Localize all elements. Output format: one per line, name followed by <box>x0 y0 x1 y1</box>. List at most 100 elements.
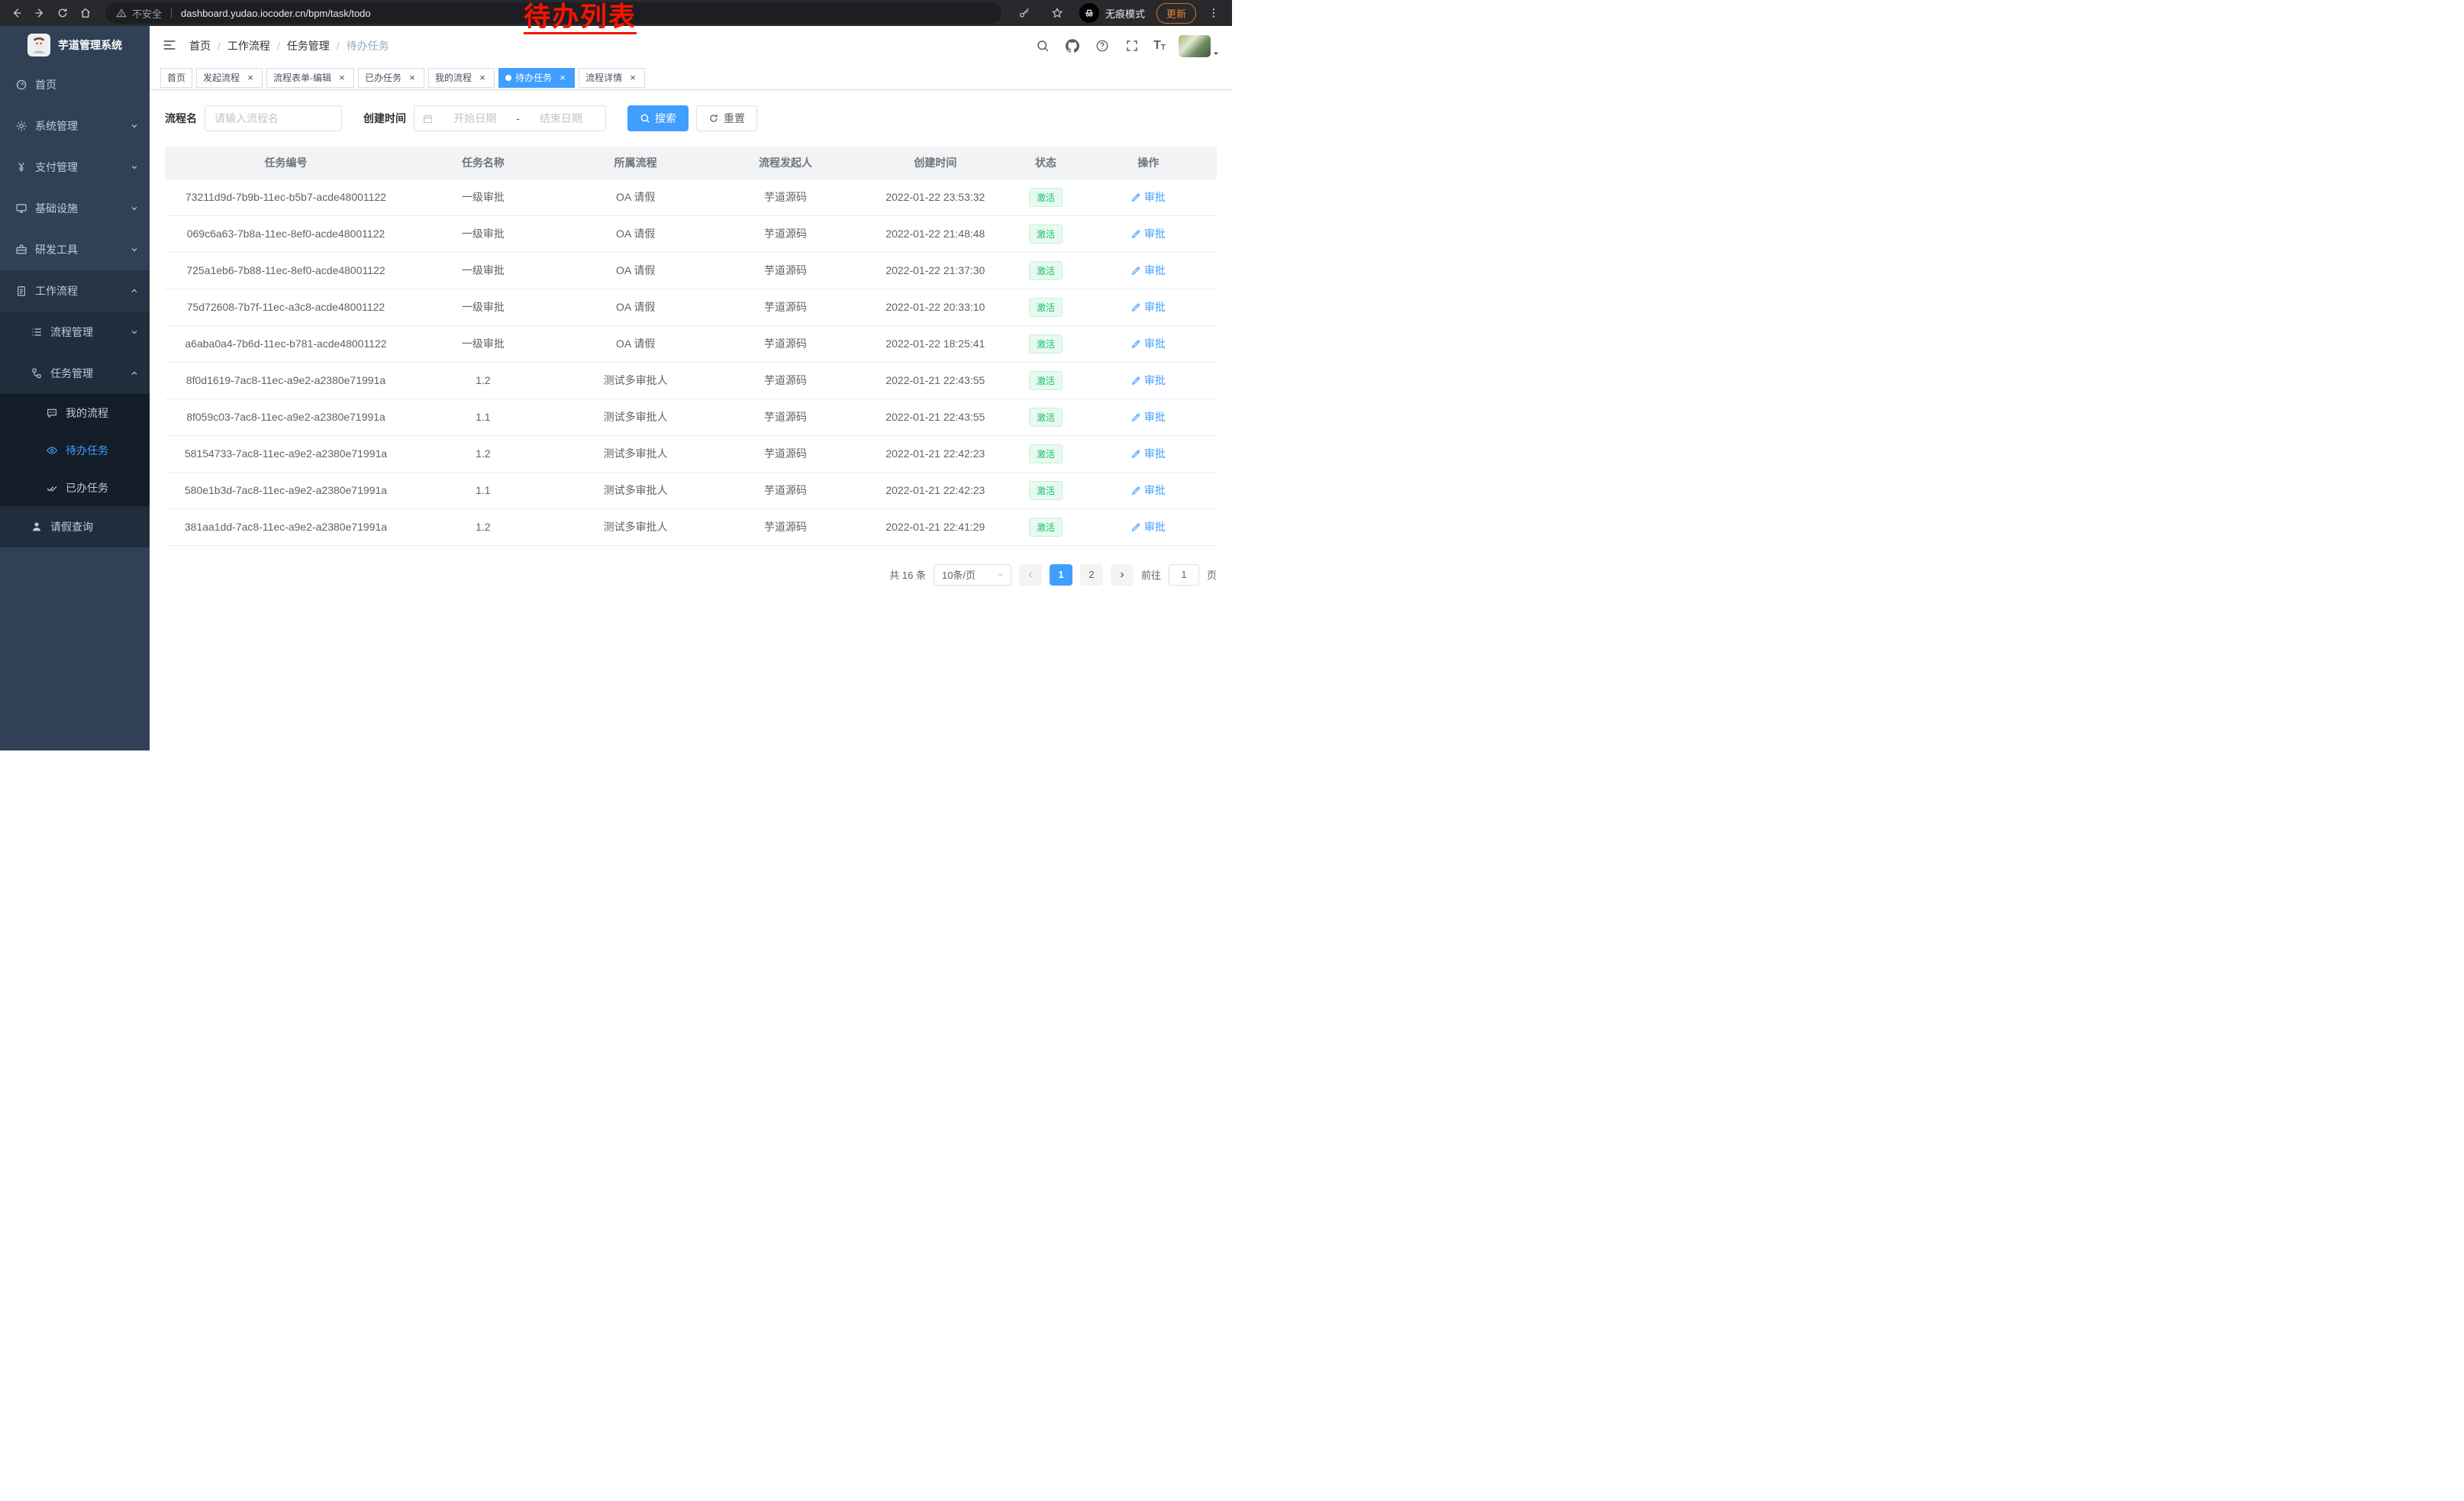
end-date-placeholder[interactable]: 结束日期 <box>524 111 598 126</box>
sidebar-item-task-mgmt[interactable]: 任务管理 <box>0 353 150 394</box>
column-create-time: 创建时间 <box>859 147 1011 179</box>
table-row[interactable]: 8f0d1619-7ac8-11ec-a9e2-a2380e71991a 1.2… <box>165 362 1217 399</box>
page-button-2[interactable]: 2 <box>1080 564 1103 586</box>
tab-home[interactable]: 首页 <box>160 68 192 88</box>
breadcrumb-item[interactable]: 首页 <box>189 38 211 53</box>
create-time-label: 创建时间 <box>363 111 406 126</box>
approve-link[interactable]: 审批 <box>1131 226 1166 241</box>
address-bar[interactable]: 不安全 dashboard.yudao.iocoder.cn/bpm/task/… <box>105 2 1001 24</box>
process-name-input[interactable] <box>205 105 342 131</box>
browser-home-button[interactable] <box>75 2 96 24</box>
approve-link[interactable]: 审批 <box>1131 519 1166 534</box>
user-menu[interactable] <box>1179 35 1220 57</box>
table-row[interactable]: 8f059c03-7ac8-11ec-a9e2-a2380e71991a 1.1… <box>165 399 1217 435</box>
reset-button[interactable]: 重置 <box>696 105 757 131</box>
sidebar-item-system[interactable]: 系统管理 <box>0 105 150 147</box>
search-button[interactable]: 搜索 <box>627 105 689 131</box>
tab-label: 流程详情 <box>585 71 622 84</box>
table-row[interactable]: 58154733-7ac8-11ec-a9e2-a2380e71991a 1.2… <box>165 435 1217 472</box>
next-page-button[interactable] <box>1111 564 1134 586</box>
browser-forward-button[interactable] <box>29 2 50 24</box>
sidebar-item-todo-task[interactable]: 待办任务 <box>0 431 150 469</box>
close-icon[interactable]: × <box>557 73 568 83</box>
sidebar-item-home[interactable]: 首页 <box>0 64 150 105</box>
browser-back-button[interactable] <box>6 2 27 24</box>
sidebar-item-label: 已办任务 <box>66 480 108 495</box>
tab-form-edit[interactable]: 流程表单-编辑× <box>266 68 354 88</box>
user-avatar[interactable] <box>1179 35 1211 57</box>
tab-my-process[interactable]: 我的流程× <box>428 68 495 88</box>
approve-link[interactable]: 审批 <box>1131 483 1166 498</box>
tab-label: 首页 <box>167 71 185 84</box>
incognito-badge: 无痕模式 <box>1079 3 1145 23</box>
app-logo-title[interactable]: 芋道管理系统 <box>0 26 150 64</box>
sidebar-item-label: 请假查询 <box>50 519 93 534</box>
close-icon[interactable]: × <box>627 73 638 83</box>
close-icon[interactable]: × <box>245 73 256 83</box>
table-row[interactable]: 069c6a63-7b8a-11ec-8ef0-acde48001122 一级审… <box>165 215 1217 252</box>
fullscreen-icon[interactable] <box>1124 37 1140 54</box>
table-row[interactable]: 580e1b3d-7ac8-11ec-a9e2-a2380e71991a 1.1… <box>165 472 1217 508</box>
approve-link[interactable]: 审批 <box>1131 189 1166 205</box>
table-row[interactable]: 73211d9d-7b9b-11ec-b5b7-acde48001122 一级审… <box>165 179 1217 215</box>
approve-link[interactable]: 审批 <box>1131 263 1166 278</box>
table-row[interactable]: a6aba0a4-7b6d-11ec-b781-acde48001122 一级审… <box>165 325 1217 362</box>
github-icon[interactable] <box>1064 37 1081 54</box>
security-label[interactable]: 不安全 <box>132 6 162 21</box>
browser-refresh-button[interactable] <box>52 2 73 24</box>
sidebar-toggle-icon[interactable] <box>162 37 179 54</box>
approve-link[interactable]: 审批 <box>1131 446 1166 461</box>
font-size-icon[interactable]: TT <box>1153 40 1166 52</box>
tab-done-task[interactable]: 已办任务× <box>358 68 424 88</box>
cell-status: 激活 <box>1011 289 1080 325</box>
close-icon[interactable]: × <box>477 73 488 83</box>
approve-link-label: 审批 <box>1144 446 1166 461</box>
approve-link[interactable]: 审批 <box>1131 409 1166 424</box>
chrome-update-button[interactable]: 更新 <box>1156 3 1196 24</box>
approve-link[interactable]: 审批 <box>1131 336 1166 351</box>
sidebar-item-leave-query[interactable]: 请假查询 <box>0 506 150 547</box>
table-row[interactable]: 725a1eb6-7b88-11ec-8ef0-acde48001122 一级审… <box>165 252 1217 289</box>
cell-task-id: 580e1b3d-7ac8-11ec-a9e2-a2380e71991a <box>165 472 407 508</box>
sidebar-item-devtools[interactable]: 研发工具 <box>0 229 150 270</box>
page-size-select[interactable]: 10条/页 <box>934 564 1011 586</box>
sidebar-item-workflow[interactable]: 工作流程 <box>0 270 150 311</box>
help-icon[interactable] <box>1094 37 1111 54</box>
cell-task-id: a6aba0a4-7b6d-11ec-b781-acde48001122 <box>165 325 407 362</box>
date-range-picker[interactable]: 开始日期 - 结束日期 <box>414 105 606 131</box>
sidebar-item-process-mgmt[interactable]: 流程管理 <box>0 311 150 353</box>
tab-process-detail[interactable]: 流程详情 × <box>579 68 645 88</box>
table-row[interactable]: 75d72608-7b7f-11ec-a3c8-acde48001122 一级审… <box>165 289 1217 325</box>
browser-menu-icon[interactable] <box>1208 7 1220 19</box>
breadcrumb-item[interactable]: 工作流程 <box>227 38 270 53</box>
tab-start-process[interactable]: 发起流程× <box>196 68 263 88</box>
tab-todo-task[interactable]: 待办任务× <box>498 68 575 88</box>
approve-link[interactable]: 审批 <box>1131 299 1166 315</box>
goto-page-input[interactable] <box>1169 564 1199 586</box>
cell-task-name: 1.2 <box>407 435 560 472</box>
sidebar-item-done-task[interactable]: 已办任务 <box>0 469 150 506</box>
prev-page-button[interactable] <box>1019 564 1042 586</box>
bookmark-star-icon[interactable] <box>1047 2 1068 24</box>
start-date-placeholder[interactable]: 开始日期 <box>438 111 511 126</box>
edit-pen-icon <box>1131 376 1141 386</box>
table-row[interactable]: 381aa1dd-7ac8-11ec-a9e2-a2380e71991a 1.2… <box>165 508 1217 545</box>
sidebar-item-payment[interactable]: 支付管理 <box>0 147 150 188</box>
password-key-icon[interactable] <box>1014 2 1035 24</box>
search-icon[interactable] <box>1034 37 1051 54</box>
close-icon[interactable]: × <box>337 73 347 83</box>
status-badge: 激活 <box>1029 518 1063 537</box>
page-button-1[interactable]: 1 <box>1050 564 1072 586</box>
sidebar-item-infra[interactable]: 基础设施 <box>0 188 150 229</box>
cell-action: 审批 <box>1080 472 1217 508</box>
cell-process: 测试多审批人 <box>560 508 712 545</box>
close-icon[interactable]: × <box>407 73 418 83</box>
sidebar-item-my-process[interactable]: 我的流程 <box>0 394 150 431</box>
breadcrumb-item[interactable]: 任务管理 <box>287 38 330 53</box>
edit-pen-icon <box>1131 302 1141 312</box>
approve-link[interactable]: 审批 <box>1131 373 1166 388</box>
chat-bubble-icon <box>46 407 58 419</box>
sidebar-item-label: 待办任务 <box>66 443 108 458</box>
url-text[interactable]: dashboard.yudao.iocoder.cn/bpm/task/todo <box>181 8 371 19</box>
cell-process: OA 请假 <box>560 289 712 325</box>
